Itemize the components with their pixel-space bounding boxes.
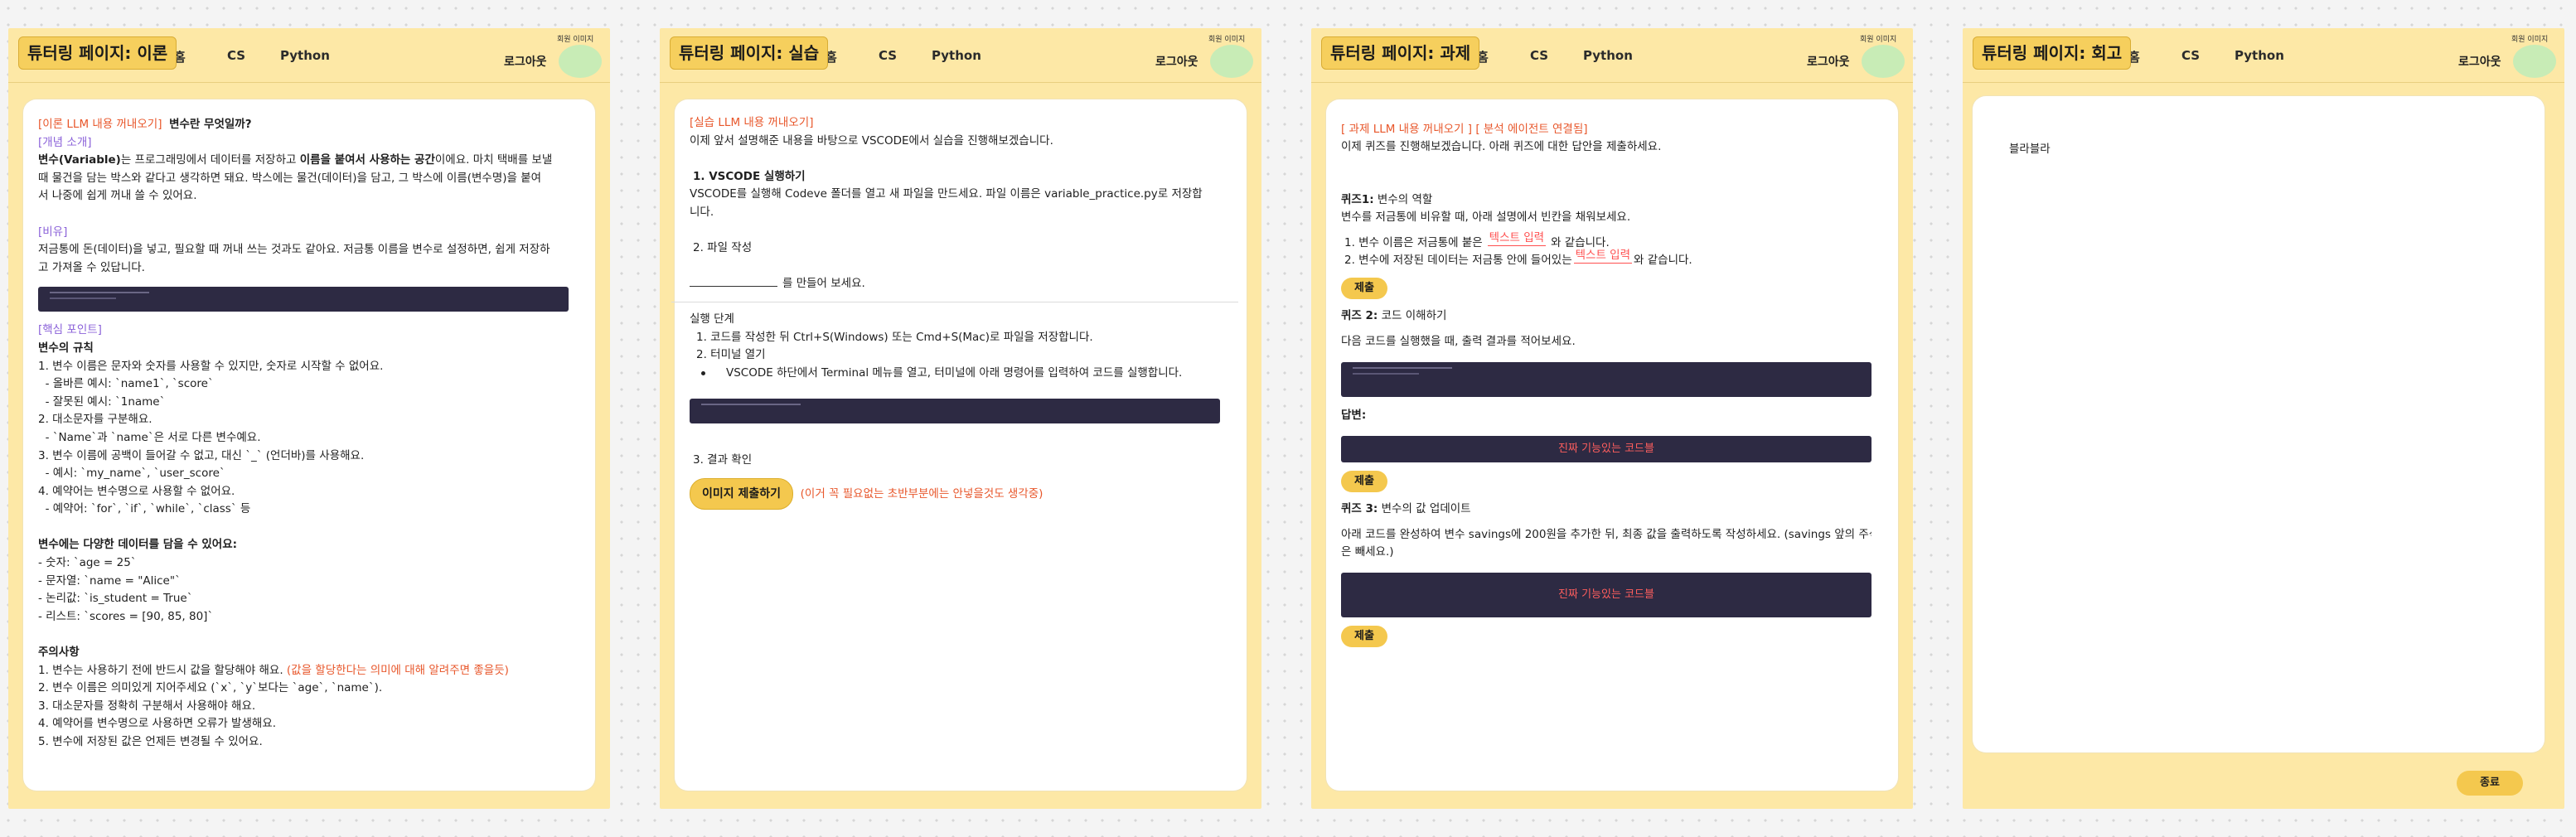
quiz1-submit-button[interactable]: 제출 xyxy=(1341,278,1387,300)
quiz2-code-block xyxy=(1341,362,1871,398)
header: 홈 CS Python 튜터링 페이지: 이론 로그아웃 회원 이미지 xyxy=(8,28,610,83)
avatar-label: 회원 이미지 xyxy=(1860,36,1897,44)
avatar-label: 회원 이미지 xyxy=(557,36,594,44)
quiz2-submit-button[interactable]: 제출 xyxy=(1341,471,1387,493)
quiz1-label: 퀴즈1: xyxy=(1341,193,1374,207)
quiz2-answer-code-editor[interactable]: 진짜 기능있는 코드블 xyxy=(1341,436,1871,463)
code-blank xyxy=(690,275,777,288)
nav-cs[interactable]: CS xyxy=(1530,48,1548,63)
nav-python[interactable]: Python xyxy=(280,48,330,63)
submit-image-button[interactable]: 이미지 제출하기 xyxy=(690,477,794,510)
keypoint-tag: [핵심 포인트] xyxy=(38,323,102,337)
quiz3-submit-button[interactable]: 제출 xyxy=(1341,626,1387,648)
concept-tag: [개념 소개] xyxy=(38,135,92,149)
nav-cs[interactable]: CS xyxy=(879,48,897,63)
frame-practice: 홈 CS Python 튜터링 페이지: 실습 로그아웃 회원 이미지 [실습 … xyxy=(660,28,1261,809)
quiz1-blank-1-input[interactable]: 텍스트 입력 xyxy=(1487,230,1547,247)
header: 홈 CS Python 튜터링 페이지: 과제 로그아웃 회원 이미지 xyxy=(1311,28,1913,83)
page-title: 튜터링 페이지: 과제 xyxy=(1321,36,1480,70)
review-body: 블라블라 xyxy=(2009,143,2051,156)
frame-assignment: 홈 CS Python 튜터링 페이지: 과제 로그아웃 회원 이미지 [ 과제… xyxy=(1311,28,1913,809)
review-text-area[interactable] xyxy=(1973,96,2545,752)
frame-review: 홈 CS Python 튜터링 페이지: 회고 로그아웃 회원 이미지 블라블라… xyxy=(1963,28,2564,809)
designer-note: (이거 꼭 필요없는 초반부분에는 안넣을것도 생각중) xyxy=(800,486,1043,501)
quiz2-label: 퀴즈 2: xyxy=(1341,309,1378,323)
logout-button[interactable]: 로그아웃 xyxy=(1807,53,1850,70)
nav-cs[interactable]: CS xyxy=(227,48,245,63)
avatar[interactable] xyxy=(1210,45,1253,78)
section-heading: 변수란 무엇일까? xyxy=(169,118,252,131)
nav-python[interactable]: Python xyxy=(932,48,981,63)
avatar[interactable] xyxy=(2513,45,2556,78)
theory-content: [이론 LLM 내용 꺼내오기] 변수란 무엇일까? [개념 소개] 변수(Va… xyxy=(38,116,569,752)
assignment-content: [ 과제 LLM 내용 꺼내오기 ] [ 분석 에이전트 연결됨] 이제 퀴즈를… xyxy=(1341,121,1871,648)
header: 홈 CS Python 튜터링 페이지: 실습 로그아웃 회원 이미지 xyxy=(660,28,1261,83)
logout-button[interactable]: 로그아웃 xyxy=(1155,53,1198,70)
avatar[interactable] xyxy=(1862,45,1905,78)
answer-label: 답변: xyxy=(1341,409,1367,423)
avatar-label: 회원 이미지 xyxy=(1208,36,1246,44)
quiz3-code-editor[interactable]: 진짜 기능있는 코드블 xyxy=(1341,573,1871,618)
header: 홈 CS Python 튜터링 페이지: 회고 로그아웃 회원 이미지 xyxy=(1963,28,2564,83)
avatar[interactable] xyxy=(559,45,602,78)
code-block xyxy=(38,287,569,312)
avatar-label: 회원 이미지 xyxy=(2511,36,2549,44)
page-title: 튜터링 페이지: 이론 xyxy=(18,36,177,70)
page-title: 튜터링 페이지: 회고 xyxy=(1973,36,2132,70)
end-button[interactable]: 종료 xyxy=(2457,771,2523,796)
nav-python[interactable]: Python xyxy=(2235,48,2284,63)
analogy-tag: [비유] xyxy=(38,225,68,239)
nav-cs[interactable]: CS xyxy=(2181,48,2200,63)
logout-button[interactable]: 로그아웃 xyxy=(504,53,547,70)
page-title: 튜터링 페이지: 실습 xyxy=(670,36,829,70)
nav-python[interactable]: Python xyxy=(1583,48,1633,63)
llm-source-tag: [이론 LLM 내용 꺼내오기] xyxy=(38,118,162,131)
frame-theory: 홈 CS Python 튜터링 페이지: 이론 로그아웃 회원 이미지 [이론 … xyxy=(8,28,610,809)
logout-button[interactable]: 로그아웃 xyxy=(2458,53,2501,70)
step-heading: 1. VSCODE 실행하기 xyxy=(693,169,806,183)
review-content: 블라블라 xyxy=(2009,141,2540,159)
llm-source-tag: [실습 LLM 내용 꺼내오기] xyxy=(690,116,814,129)
quiz3-label: 퀴즈 3: xyxy=(1341,502,1378,516)
quiz1-blank-2-input[interactable]: 텍스트 입력 xyxy=(1573,248,1633,264)
llm-source-tag: [ 과제 LLM 내용 꺼내오기 ] [ 분석 에이전트 연결됨] xyxy=(1341,123,1588,136)
practice-content: [실습 LLM 내용 꺼내오기] 이제 앞서 설명해준 내용을 바탕으로 VSC… xyxy=(671,114,1238,510)
terminal-command-block xyxy=(690,399,1220,424)
